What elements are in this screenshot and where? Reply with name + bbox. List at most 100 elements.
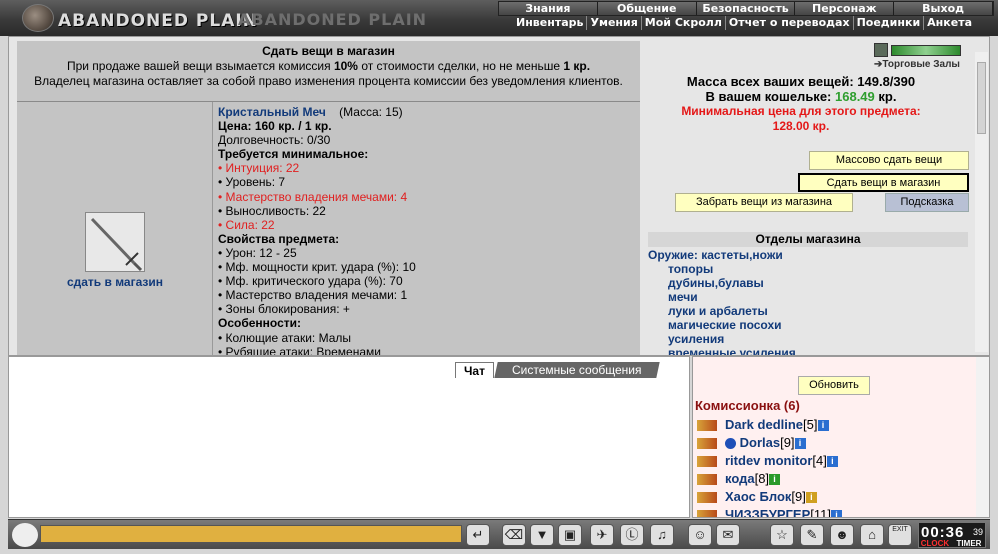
info-icon[interactable]: i bbox=[794, 438, 806, 450]
sword-icon[interactable] bbox=[85, 212, 145, 272]
group-icon[interactable]: ☻ bbox=[830, 524, 854, 546]
dept-temp-boosts[interactable]: временные усиления bbox=[648, 346, 968, 355]
prop-damage: • Урон: 12 - 25 bbox=[218, 245, 297, 260]
edit-icon[interactable]: ✎ bbox=[800, 524, 824, 546]
hint-button[interactable]: Подсказка bbox=[885, 193, 969, 212]
take-items-button[interactable]: Забрать вещи из магазина bbox=[675, 193, 853, 212]
filter-icon[interactable]: ▼ bbox=[530, 524, 554, 546]
notice-pre: При продаже вашей вещи взымается комисси… bbox=[66, 59, 334, 73]
exit-icon[interactable]: EXIT bbox=[888, 524, 912, 546]
shop-info-panel: ➔Торговые Залы Масса всех ваших вещей: 1… bbox=[641, 41, 971, 355]
exit-label: EXIT bbox=[892, 526, 908, 533]
dept-bows[interactable]: луки и арбалеты bbox=[648, 304, 968, 318]
mass-sell-button[interactable]: Массово сдать вещи bbox=[809, 151, 969, 170]
private-arrow-icon[interactable] bbox=[697, 510, 717, 517]
menu-my-scroll[interactable]: Мой Скролл bbox=[640, 16, 725, 30]
clan-icon bbox=[725, 438, 736, 450]
mass-info: Масса всех ваших вещей: 149.8/390 В ваше… bbox=[641, 74, 961, 104]
user-name[interactable]: Dark dedline bbox=[725, 417, 803, 432]
item-durability: Долговечность: 0/30 bbox=[218, 133, 331, 148]
content-scrollbar[interactable] bbox=[975, 52, 988, 352]
sell-items-button[interactable]: Сдать вещи в магазин bbox=[798, 173, 969, 192]
sell-to-shop-link[interactable]: сдать в магазин bbox=[17, 275, 213, 289]
item-name[interactable]: Кристальный Меч bbox=[218, 105, 326, 119]
prop-crit: • Мф. критического удара (%): 70 bbox=[218, 274, 403, 289]
tab-system-messages[interactable]: Системные сообщения bbox=[494, 362, 660, 378]
enter-icon[interactable]: ↵ bbox=[466, 524, 490, 546]
info-icon[interactable]: i bbox=[826, 456, 838, 468]
bottom-area: Чат Системные сообщения Обновить Комисси… bbox=[8, 356, 990, 518]
user-row: кода[8] i bbox=[697, 471, 781, 488]
top-bar: ABANDONED PLAIN ABANDONED PLAIN Знания О… bbox=[0, 0, 998, 36]
chat-input[interactable] bbox=[40, 525, 462, 543]
eraser-icon[interactable]: ⌫ bbox=[502, 524, 526, 546]
user-list-scrollbar[interactable] bbox=[976, 357, 989, 517]
private-arrow-icon[interactable] bbox=[697, 492, 717, 504]
trade-halls-link[interactable]: ➔Торговые Залы bbox=[874, 59, 960, 70]
user-level: [9] bbox=[780, 435, 795, 450]
menu-communication[interactable]: Общение bbox=[597, 2, 697, 15]
departments-title: Отделы магазина bbox=[648, 232, 968, 247]
user-level: [8] bbox=[754, 471, 770, 486]
user-name[interactable]: ЧИЗЗБУРГЕР bbox=[725, 507, 810, 517]
shop-title: Сдать вещи в магазин bbox=[262, 44, 395, 58]
item-header: Кристальный Меч (Масса: 15) bbox=[218, 105, 638, 119]
tab-chat[interactable]: Чат bbox=[455, 362, 494, 378]
menu-transfer-report[interactable]: Отчет о переводах bbox=[724, 16, 853, 30]
dept-axes[interactable]: топоры bbox=[648, 262, 968, 276]
translit-icon[interactable]: Ⓛ bbox=[620, 524, 644, 546]
menu-fights[interactable]: Поединки bbox=[852, 16, 924, 30]
dept-weapons-knuckles[interactable]: Оружие: кастеты,ножи bbox=[648, 248, 968, 262]
user-name[interactable]: ritdev monitor bbox=[725, 453, 812, 468]
menu-exit[interactable]: Выход bbox=[894, 2, 993, 15]
logo-text: ABANDONED PLAIN bbox=[58, 11, 258, 31]
dept-boosts[interactable]: усиления bbox=[648, 332, 968, 346]
hp-icon bbox=[874, 43, 888, 57]
private-arrow-icon[interactable] bbox=[697, 420, 717, 432]
content-scroll-thumb[interactable] bbox=[977, 62, 986, 134]
menu-inventory[interactable]: Инвентарь bbox=[513, 16, 586, 30]
menu-skills[interactable]: Умения bbox=[586, 16, 640, 30]
private-arrow-icon[interactable] bbox=[697, 456, 717, 468]
user-row: ritdev monitor[4] i bbox=[697, 453, 838, 470]
menu-character[interactable]: Персонаж bbox=[795, 2, 895, 15]
info-icon[interactable]: i bbox=[805, 492, 817, 504]
home-icon[interactable]: ⌂ bbox=[860, 524, 884, 546]
menu-security[interactable]: Безопасность bbox=[696, 2, 796, 15]
smile-icon[interactable]: ☺ bbox=[688, 524, 712, 546]
timer-tab[interactable]: TIMER bbox=[953, 539, 985, 548]
req-title-text: Требуется минимальное: bbox=[218, 147, 369, 162]
req-intuition: • Интуиция: 22 bbox=[218, 161, 300, 176]
dept-clubs[interactable]: дубины,булавы bbox=[648, 276, 968, 290]
prop-crit-power: • Мф. мощности крит. удара (%): 10 bbox=[218, 260, 416, 275]
private-arrow-icon[interactable] bbox=[697, 438, 717, 450]
item-mass: (Масса: 15) bbox=[339, 105, 403, 119]
music-icon[interactable]: ♫ bbox=[650, 524, 674, 546]
clock-tab[interactable]: CLOCK bbox=[919, 539, 951, 548]
walk-icon[interactable]: ✈ bbox=[590, 524, 614, 546]
dept-swords[interactable]: мечи bbox=[648, 290, 968, 304]
clock-widget: 00:36 39 CLOCK TIMER bbox=[918, 522, 986, 548]
save-icon[interactable]: ▣ bbox=[558, 524, 582, 546]
req-strength: • Сила: 22 bbox=[218, 217, 275, 232]
user-row: Dark dedline[5] i bbox=[697, 417, 829, 434]
tab-system-label: Системные сообщения bbox=[511, 363, 642, 377]
info-icon[interactable]: i bbox=[769, 474, 781, 486]
user-name[interactable]: Хаос Блок bbox=[725, 489, 791, 504]
refresh-button[interactable]: Обновить bbox=[798, 376, 870, 395]
user-level: [11] bbox=[810, 507, 831, 518]
info-icon[interactable]: i bbox=[830, 510, 842, 517]
menu-knowledge[interactable]: Знания bbox=[499, 2, 598, 15]
req-endurance: • Выносливость: 22 bbox=[218, 203, 326, 218]
item-price-text: Цена: 160 кр. / 1 кр. bbox=[218, 119, 332, 134]
wallet-amount: 168.49 bbox=[835, 89, 875, 104]
bag-icon[interactable]: ✉ bbox=[716, 524, 740, 546]
dept-staffs[interactable]: магические посохи bbox=[648, 318, 968, 332]
head-icon[interactable] bbox=[12, 523, 38, 547]
friends-icon[interactable]: ☆ bbox=[770, 524, 794, 546]
user-name[interactable]: Dorlas bbox=[740, 435, 780, 450]
menu-profile[interactable]: Анкета bbox=[923, 16, 975, 30]
private-arrow-icon[interactable] bbox=[697, 474, 717, 486]
info-icon[interactable]: i bbox=[817, 420, 829, 432]
user-name[interactable]: кода bbox=[725, 471, 755, 486]
